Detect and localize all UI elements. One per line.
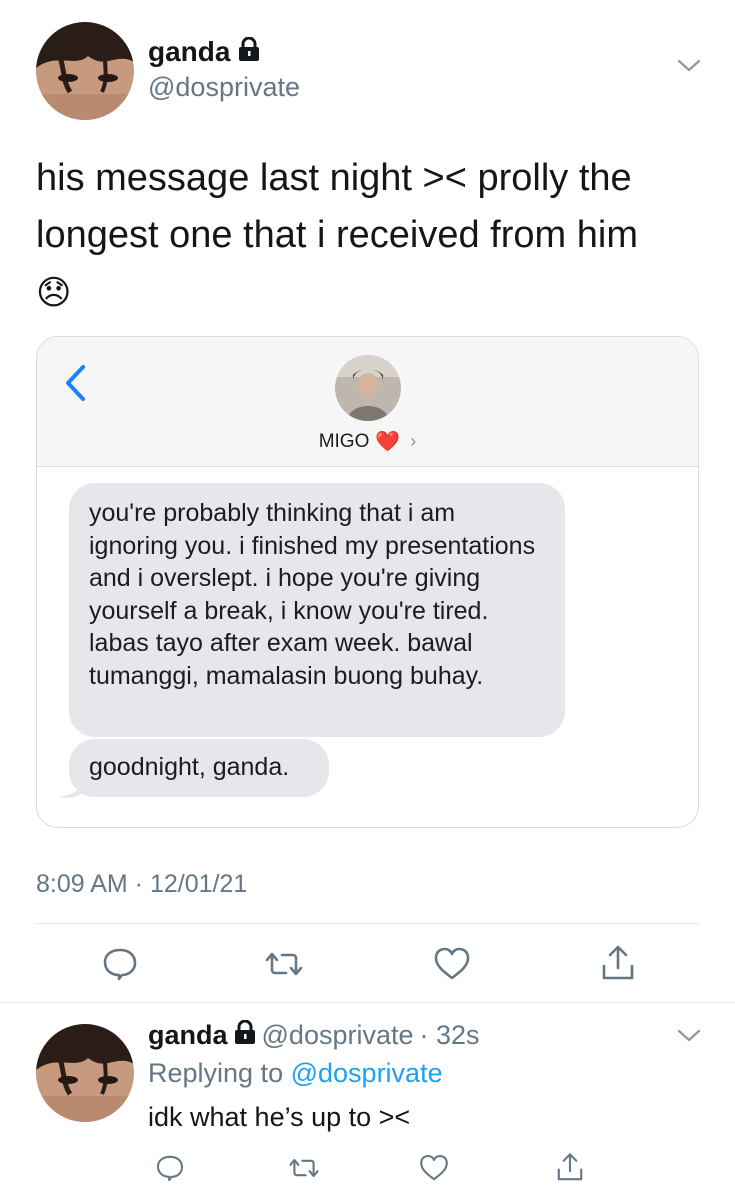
message-bubble: goodnight, ganda. bbox=[69, 739, 329, 797]
display-name[interactable]: ganda bbox=[148, 1020, 228, 1051]
display-name[interactable]: ganda bbox=[148, 36, 260, 68]
reply-actions bbox=[0, 1148, 735, 1188]
retweet-icon[interactable] bbox=[288, 1152, 320, 1184]
heart-emoji: ❤️ bbox=[375, 431, 401, 453]
reply-time[interactable]: · 32s bbox=[420, 1020, 480, 1051]
divider bbox=[36, 923, 699, 924]
handle[interactable]: @dosprivate bbox=[148, 72, 300, 103]
chevron-down-icon[interactable] bbox=[676, 1028, 702, 1049]
tweet-timestamp[interactable]: 8:09 AM · 12/01/21 bbox=[36, 870, 247, 899]
retweet-icon[interactable] bbox=[264, 944, 304, 984]
contact-avatar[interactable] bbox=[335, 355, 401, 421]
avatar[interactable] bbox=[36, 1024, 134, 1122]
heart-icon[interactable] bbox=[432, 944, 472, 984]
tweet-emoji: 😞 bbox=[36, 274, 72, 312]
lock-icon bbox=[234, 1019, 256, 1051]
contact-name-text: MIGO bbox=[318, 430, 370, 452]
divider bbox=[0, 1002, 735, 1003]
heart-icon[interactable] bbox=[418, 1152, 450, 1184]
reply-text: idk what he’s up to >< bbox=[148, 1102, 411, 1132]
message-screenshot[interactable]: MIGO ❤️ › you're probably thinking that … bbox=[36, 336, 699, 828]
tweet-text: his message last night >< prolly the lon… bbox=[36, 150, 696, 322]
tweet-actions bbox=[0, 944, 735, 984]
handle[interactable]: @dosprivate bbox=[262, 1020, 414, 1051]
reply-icon[interactable] bbox=[100, 944, 140, 984]
share-icon[interactable] bbox=[598, 944, 638, 984]
lock-icon bbox=[238, 36, 260, 68]
reply-icon[interactable] bbox=[154, 1152, 186, 1184]
chevron-down-icon[interactable] bbox=[676, 58, 702, 79]
contact-name[interactable]: MIGO ❤️ › bbox=[37, 429, 698, 454]
chevron-right-icon: › bbox=[410, 431, 417, 451]
replying-to-link[interactable]: @dosprivate bbox=[291, 1058, 443, 1088]
replying-prefix: Replying to bbox=[148, 1058, 284, 1088]
message-bubble: you're probably thinking that i am ignor… bbox=[69, 483, 565, 737]
display-name-text: ganda bbox=[148, 36, 231, 67]
avatar[interactable] bbox=[36, 22, 134, 120]
tweet-text-body: his message last night >< prolly the lon… bbox=[36, 157, 638, 256]
chevron-left-icon[interactable] bbox=[59, 363, 91, 403]
share-icon[interactable] bbox=[554, 1152, 586, 1184]
reply-header: ganda @dosprivate · 32s bbox=[148, 1019, 480, 1051]
message-header: MIGO ❤️ › bbox=[37, 337, 698, 467]
replying-to: Replying to @dosprivate bbox=[148, 1058, 443, 1089]
